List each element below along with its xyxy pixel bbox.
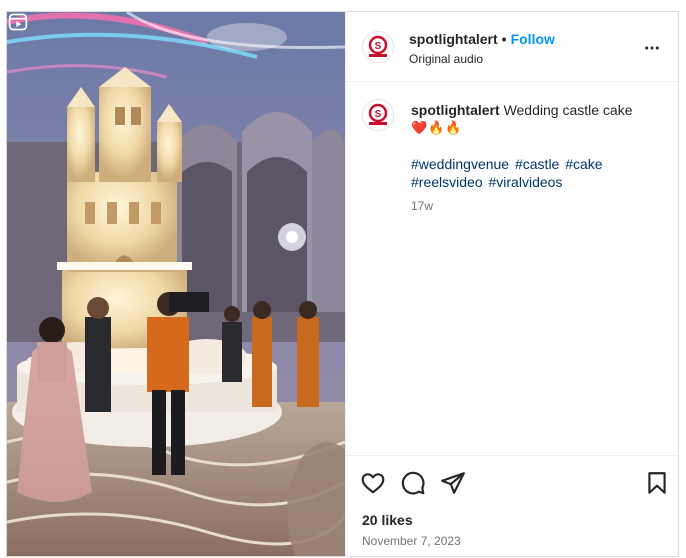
hashtag-list: #weddingvenue #castle #cake #reelsvideo … bbox=[411, 155, 661, 191]
heart-icon[interactable] bbox=[360, 470, 386, 496]
like-count[interactable]: 20 likes bbox=[362, 512, 413, 528]
reel-icon bbox=[8, 13, 28, 31]
original-audio-link[interactable]: Original audio bbox=[409, 52, 483, 66]
caption-username[interactable]: spotlightalert bbox=[411, 102, 500, 118]
more-options-icon[interactable] bbox=[643, 39, 661, 57]
post-actions: 20 likes November 7, 2023 bbox=[346, 455, 678, 556]
caption-timestamp[interactable]: 17w bbox=[411, 199, 433, 213]
caption-text: spotlightalert Wedding castle cake bbox=[411, 101, 666, 119]
separator-dot: • bbox=[501, 31, 507, 47]
comment-icon[interactable] bbox=[400, 470, 426, 496]
post-sidebar: S spotlightalert • Follow Original audio S bbox=[345, 12, 678, 556]
header-username[interactable]: spotlightalert bbox=[409, 31, 498, 47]
svg-text:S: S bbox=[375, 41, 382, 52]
hashtag-link[interactable]: #cake bbox=[565, 156, 602, 172]
caption-body: Wedding castle cake bbox=[503, 102, 633, 118]
bookmark-icon[interactable] bbox=[644, 470, 670, 496]
wedding-castle-cake-scene bbox=[7, 12, 345, 556]
follow-button[interactable]: Follow bbox=[511, 31, 555, 47]
spotlight-alert-logo-icon: S bbox=[368, 35, 388, 57]
post-media-video[interactable] bbox=[7, 12, 345, 556]
hashtag-link[interactable]: #reelsvideo bbox=[411, 174, 483, 190]
caption-emojis: ❤️🔥🔥 bbox=[411, 120, 463, 135]
avatar[interactable]: S bbox=[362, 31, 394, 63]
spotlight-alert-logo-icon: S bbox=[368, 103, 388, 125]
post-date[interactable]: November 7, 2023 bbox=[362, 534, 461, 548]
hashtag-link[interactable]: #castle bbox=[515, 156, 559, 172]
post-dialog: S spotlightalert • Follow Original audio S bbox=[6, 11, 679, 557]
caption-avatar[interactable]: S bbox=[362, 99, 394, 131]
hashtag-link[interactable]: #weddingvenue bbox=[411, 156, 509, 172]
share-icon[interactable] bbox=[440, 470, 466, 496]
svg-text:S: S bbox=[375, 109, 382, 120]
hashtag-link[interactable]: #viralvideos bbox=[489, 174, 563, 190]
post-header: S spotlightalert • Follow Original audio bbox=[346, 12, 678, 82]
header-username-row: spotlightalert • Follow bbox=[409, 31, 555, 47]
